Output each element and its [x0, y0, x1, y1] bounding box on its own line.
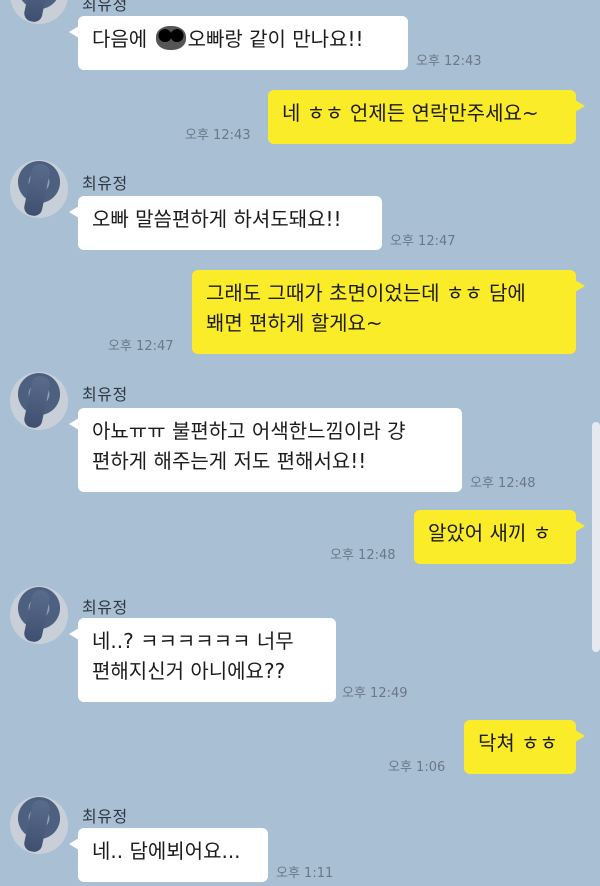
message-text-line: 편하게 해주는게 저도 편해서요!!	[92, 449, 367, 473]
message-text-line: 편해지신거 아니에요??	[92, 659, 286, 683]
message-bubble-incoming[interactable]: 네..? ㅋㅋㅋㅋㅋㅋ 너무 편해지신거 아니에요??	[69, 618, 336, 702]
contact-name: 최유정	[82, 0, 128, 14]
message-bubble-incoming[interactable]: 아뇨ㅠㅠ 불편하고 어색한느낌이라 걍 편하게 해주는게 저도 편해서요!!	[69, 408, 462, 492]
message-bubble-incoming[interactable]: 다음에 오빠랑 같이 만나요!!	[69, 16, 408, 70]
message-time: 오후 12:43	[416, 54, 482, 69]
blurred-emoji-icon	[155, 26, 186, 50]
avatar[interactable]	[10, 0, 68, 24]
message-bubble-incoming[interactable]: 네.. 담에뵈어요...	[69, 828, 268, 882]
message-text-line: 아뇨ㅠㅠ 불편하고 어색한느낌이라 걍	[92, 419, 406, 443]
contact-name: 최유정	[82, 174, 128, 193]
message-text: 오빠 말씀편하게 하셔도돼요!!	[92, 207, 342, 231]
message-time: 오후 12:48	[330, 548, 396, 563]
avatar[interactable]	[10, 160, 68, 218]
message-text: 닥쳐 ㅎㅎ	[478, 731, 558, 755]
scrollbar[interactable]	[592, 422, 600, 652]
message-text-line: 네..? ㅋㅋㅋㅋㅋㅋ 너무	[92, 629, 294, 653]
message-text: 알았어 새끼 ㅎ	[428, 521, 552, 545]
message-time: 오후 12:47	[390, 234, 456, 249]
message-time: 오후 12:48	[470, 476, 536, 491]
message-bubble-outgoing[interactable]: 알았어 새끼 ㅎ	[414, 510, 585, 564]
message-text: 오빠랑 같이 만나요!!	[187, 27, 364, 51]
contact-name: 최유정	[82, 598, 128, 617]
message-bubble-outgoing[interactable]: 닥쳐 ㅎㅎ	[464, 720, 585, 774]
message-text-line: 그래도 그때가 초면이었는데 ㅎㅎ 담에	[206, 281, 526, 305]
message-text: 다음에	[92, 27, 154, 51]
avatar[interactable]	[10, 796, 68, 854]
contact-name: 최유정	[82, 807, 128, 826]
message-bubble-outgoing[interactable]: 그래도 그때가 초면이었는데 ㅎㅎ 담에 봬면 편하게 할게요~	[192, 270, 585, 354]
message-bubble-incoming[interactable]: 오빠 말씀편하게 하셔도돼요!!	[69, 196, 382, 250]
message-text: 네.. 담에뵈어요...	[92, 839, 241, 863]
message-time: 오후 12:49	[342, 686, 408, 701]
avatar[interactable]	[10, 372, 68, 430]
message-text: 네 ㅎㅎ 언제든 연락만주세요~	[282, 101, 539, 125]
avatar[interactable]	[10, 586, 68, 644]
message-time: 오후 1:11	[276, 866, 334, 881]
contact-name: 최유정	[82, 385, 128, 404]
message-text-line: 봬면 편하게 할게요~	[206, 311, 383, 335]
message-time: 오후 12:47	[108, 339, 174, 354]
message-time: 오후 1:06	[388, 760, 446, 775]
message-bubble-outgoing[interactable]: 네 ㅎㅎ 언제든 연락만주세요~	[268, 90, 585, 144]
message-time: 오후 12:43	[185, 128, 251, 143]
